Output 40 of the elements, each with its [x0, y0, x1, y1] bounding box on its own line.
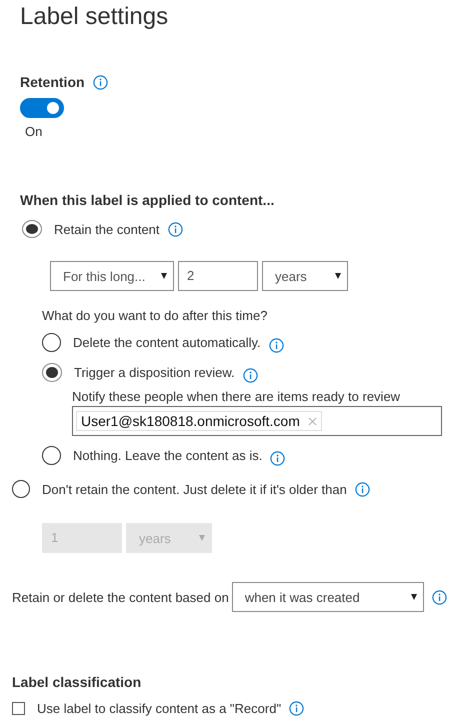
caret-icon — [161, 273, 167, 279]
checkbox[interactable] — [12, 702, 25, 715]
people-picker-field[interactable]: User1@sk180818.onmicrosoft.com — [72, 406, 442, 436]
option-label: Nothing. Leave the content as is. — [73, 448, 262, 463]
info-icon[interactable] — [92, 74, 108, 90]
retention-label: Retention — [20, 74, 85, 90]
radio-button[interactable] — [42, 333, 61, 352]
based-on-dropdown[interactable]: when it was created — [232, 582, 424, 612]
option-label: Delete the content automatically. — [73, 335, 261, 350]
option-label: Don't retain the content. Just delete it if it's older than — [42, 482, 347, 496]
section-heading: When this label is applied to content... — [20, 192, 276, 208]
caret-icon — [335, 273, 341, 279]
radio-button[interactable] — [12, 480, 30, 498]
info-icon[interactable] — [432, 590, 447, 604]
info-icon[interactable] — [354, 482, 370, 496]
toggle-state-label: On — [25, 124, 44, 139]
notify-label: Notify these people when there are items ready to review — [72, 389, 402, 404]
based-on-label: Retain or delete the content based on — [12, 590, 229, 604]
info-icon[interactable] — [242, 368, 258, 383]
checkbox-label: Use label to classify content as a "Record" — [37, 701, 282, 716]
radio-button[interactable] — [42, 363, 62, 382]
page-title: Label settings — [19, 2, 170, 32]
close-icon[interactable] — [308, 416, 317, 426]
amount-field[interactable]: 2 — [178, 261, 258, 291]
retention-toggle[interactable] — [20, 98, 64, 118]
unit-dropdown[interactable]: years — [262, 261, 348, 291]
info-icon[interactable] — [268, 338, 284, 353]
option-label: Retain the content — [54, 222, 160, 236]
period-mode-dropdown[interactable]: For this long... — [50, 261, 174, 291]
option-label: Trigger a disposition review. — [74, 365, 235, 380]
radio-button[interactable] — [22, 220, 42, 238]
info-icon[interactable] — [289, 701, 304, 716]
caret-icon — [410, 594, 417, 600]
question-text: What do you want to do after this time? — [42, 308, 268, 323]
recipient-chip[interactable]: User1@sk180818.onmicrosoft.com — [76, 411, 322, 431]
info-icon[interactable] — [270, 451, 286, 466]
caret-icon — [199, 535, 205, 541]
section-heading: Label classification — [12, 674, 142, 690]
radio-button[interactable] — [42, 446, 61, 465]
info-icon[interactable] — [168, 222, 183, 236]
